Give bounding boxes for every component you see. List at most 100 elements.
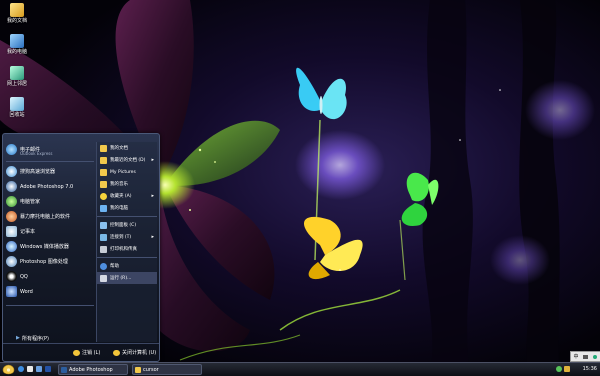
place-label: 我的电脑 (110, 206, 128, 211)
clock[interactable]: 15:36 (583, 366, 597, 372)
start-menu-item-photoshop-edit[interactable]: Photoshop 图像处理 (6, 254, 94, 269)
start-menu-item-notepad[interactable]: 记事本 (6, 224, 94, 239)
taskbar: Adobe Photoshop cursor 15:36 (0, 362, 600, 376)
network-icon (100, 233, 107, 241)
desktop-icon-network[interactable]: 网上邻居 (2, 66, 32, 87)
settings-icon (593, 354, 598, 359)
start-menu-place-my-music[interactable]: 我的音乐 (97, 178, 157, 190)
start-menu-item-label: QQ (20, 273, 28, 280)
start-menu-item-sublabel: Outlook Express (20, 151, 53, 156)
desktop-icon-my-computer[interactable]: 我的电脑 (2, 34, 32, 55)
start-menu-place-connect-to[interactable]: 连接到 (T) ▸ (97, 231, 157, 243)
start-menu-place-favorites[interactable]: 收藏夹 (A) ▸ (97, 190, 157, 202)
start-menu-place-run[interactable]: 运行 (R)... (97, 272, 157, 284)
tray-shield-icon[interactable] (556, 366, 562, 372)
desktop-icon-my-documents[interactable]: 我的文档 (2, 3, 32, 24)
submenu-arrow-icon: ▸ (151, 193, 154, 199)
heart-icon (113, 349, 120, 356)
place-label: 连接到 (T) (110, 235, 132, 240)
browser-icon[interactable] (18, 366, 24, 372)
desktop-icon-label: 我的电脑 (6, 49, 27, 55)
computer-icon (100, 204, 107, 212)
start-menu-item-word[interactable]: Word (6, 284, 94, 299)
folder-icon (100, 168, 107, 176)
heart-icon (73, 349, 80, 356)
menu-separator (97, 216, 157, 217)
start-button[interactable] (2, 364, 15, 375)
place-label: 控制面板 (C) (110, 223, 137, 228)
start-menu-item-media-player[interactable]: Windows 媒体播放器 (6, 239, 94, 254)
system-tray: 15:36 (552, 363, 600, 376)
place-label: 打印机和传真 (110, 247, 137, 252)
start-menu-item-email[interactable]: 电子邮件 Outlook Express (6, 142, 94, 157)
printer-icon (100, 245, 107, 253)
start-menu-item-software[interactable]: 暴力摩托电脑上的软件 (6, 209, 94, 224)
shield-icon (6, 196, 17, 207)
logoff-label: 注销 (L) (82, 350, 101, 356)
start-menu-places: 我的文档 我最近的文档 (D) ▸ My Pictures 我的音乐 收藏夹 (… (96, 142, 157, 342)
start-menu-item-pc-manager[interactable]: 电脑管家 (6, 194, 94, 209)
control-panel-icon (100, 221, 107, 229)
help-icon (100, 262, 107, 270)
taskbar-button-cursor[interactable]: cursor (132, 364, 202, 375)
folder-icon (100, 156, 107, 164)
shutdown-label: 关闭计算机 (U) (122, 350, 157, 356)
show-desktop-icon[interactable] (27, 366, 33, 372)
start-menu-place-my-computer[interactable]: 我的电脑 (97, 202, 157, 214)
menu-separator (6, 305, 94, 306)
start-menu-item-qq[interactable]: QQ (6, 269, 94, 284)
word-icon[interactable] (45, 366, 51, 372)
desktop-icon-label: 我的文档 (6, 18, 27, 24)
start-menu-place-my-pictures[interactable]: My Pictures (97, 166, 157, 178)
desktop-icon-label: 网上邻居 (6, 81, 27, 87)
shutdown-button[interactable]: 关闭计算机 (U) (113, 349, 156, 356)
email-icon (6, 144, 17, 155)
tray-volume-icon[interactable] (564, 366, 570, 372)
input-language-label: 中 (573, 354, 579, 360)
start-menu-place-control-panel[interactable]: 控制面板 (C) (97, 219, 157, 231)
folder-icon (100, 144, 107, 152)
start-menu-item-label: 暴力摩托电脑上的软件 (20, 214, 71, 220)
start-menu-item-label: Photoshop 图像处理 (20, 259, 68, 265)
all-programs-arrow-icon: ▶ (16, 335, 20, 341)
start-menu-footer: 注销 (L) 关闭计算机 (U) (3, 343, 159, 361)
media-player-icon (6, 241, 17, 252)
start-menu-item-label: Adobe Photoshop 7.0 (20, 183, 74, 190)
media-player-icon[interactable] (36, 366, 42, 372)
start-menu-item-label: Windows 媒体播放器 (20, 244, 69, 250)
menu-separator (97, 257, 157, 258)
start-menu-item-label: Word (20, 288, 33, 295)
menu-separator (6, 161, 94, 162)
place-label: My Pictures (110, 169, 136, 175)
start-menu-place-help[interactable]: 帮助 (97, 260, 157, 272)
start-menu-place-recent-documents[interactable]: 我最近的文档 (D) ▸ (97, 154, 157, 166)
place-label: 我的音乐 (110, 182, 128, 187)
browser-icon (6, 166, 17, 177)
recycle-bin-icon (10, 97, 24, 111)
photoshop-icon (61, 366, 67, 373)
star-icon (100, 192, 107, 200)
computer-icon (10, 34, 24, 48)
folder-icon (135, 366, 141, 373)
language-bar[interactable]: 中 (570, 351, 600, 362)
place-label: 帮助 (110, 264, 119, 269)
start-menu-item-sogou-browser[interactable]: 搜狗高速浏览器 (6, 164, 94, 179)
desktop-icon-recycle-bin[interactable]: 回收站 (2, 97, 32, 118)
start-menu-item-label: 搜狗高速浏览器 (20, 169, 56, 175)
taskbar-button-label: Adobe Photoshop (69, 366, 113, 373)
qq-penguin-icon (6, 271, 17, 282)
music-folder-icon (100, 180, 107, 188)
taskbar-button-photoshop[interactable]: Adobe Photoshop (58, 364, 128, 375)
start-menu-item-photoshop[interactable]: Adobe Photoshop 7.0 (6, 179, 94, 194)
place-label: 收藏夹 (A) (110, 194, 132, 199)
start-menu-place-printers[interactable]: 打印机和传真 (97, 243, 157, 255)
logoff-button[interactable]: 注销 (L) (73, 349, 100, 356)
desktop-icon-label: 回收站 (9, 112, 25, 118)
place-label: 我最近的文档 (D) (110, 158, 146, 163)
software-icon (6, 211, 17, 222)
start-menu-place-my-documents[interactable]: 我的文档 (97, 142, 157, 154)
all-programs-button[interactable]: 所有程序(P) (22, 335, 49, 342)
place-label: 运行 (R)... (110, 276, 132, 281)
word-icon (6, 286, 17, 297)
start-menu-programs: 电子邮件 Outlook Express 搜狗高速浏览器 Adobe Photo… (6, 142, 94, 342)
